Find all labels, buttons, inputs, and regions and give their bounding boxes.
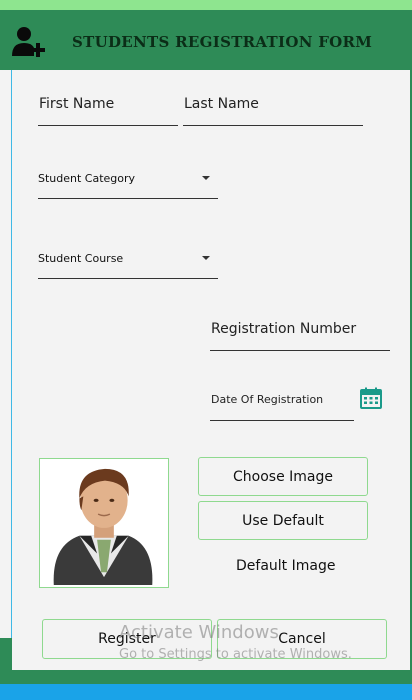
window-top-strip [0,0,412,10]
registration-number-field[interactable]: Registration Number [211,321,356,337]
left-border [0,70,12,638]
last-name-field[interactable]: Last Name [184,96,259,112]
footer-bar [0,670,412,684]
student-course-underline [38,278,218,279]
choose-image-button[interactable]: Choose Image [198,457,368,496]
registration-number-underline [210,350,390,351]
activate-windows-subtitle: Go to Settings to activate Windows. [119,647,352,662]
student-photo [39,458,169,588]
student-category-label: Student Category [38,172,136,185]
first-name-underline [38,125,178,126]
calendar-icon[interactable] [360,387,382,409]
activate-windows-title: Activate Windows [119,622,279,643]
taskbar-strip [0,684,412,700]
date-of-registration-underline [210,420,354,421]
student-category-underline [38,198,218,199]
date-of-registration-field[interactable]: Date Of Registration [211,393,323,406]
chevron-down-icon [202,176,210,180]
header-bar: STUDENTS REGISTRATION FORM [0,10,412,70]
last-name-underline [183,125,363,126]
default-image-caption: Default Image [236,558,336,574]
use-default-button[interactable]: Use Default [198,501,368,540]
businessman-avatar-icon [53,468,153,586]
chevron-down-icon [202,256,210,260]
form-title: STUDENTS REGISTRATION FORM [72,33,373,51]
student-course-label: Student Course [38,252,124,265]
left-border-accent [0,638,12,670]
first-name-field[interactable]: First Name [39,96,114,112]
add-user-icon [12,27,45,57]
